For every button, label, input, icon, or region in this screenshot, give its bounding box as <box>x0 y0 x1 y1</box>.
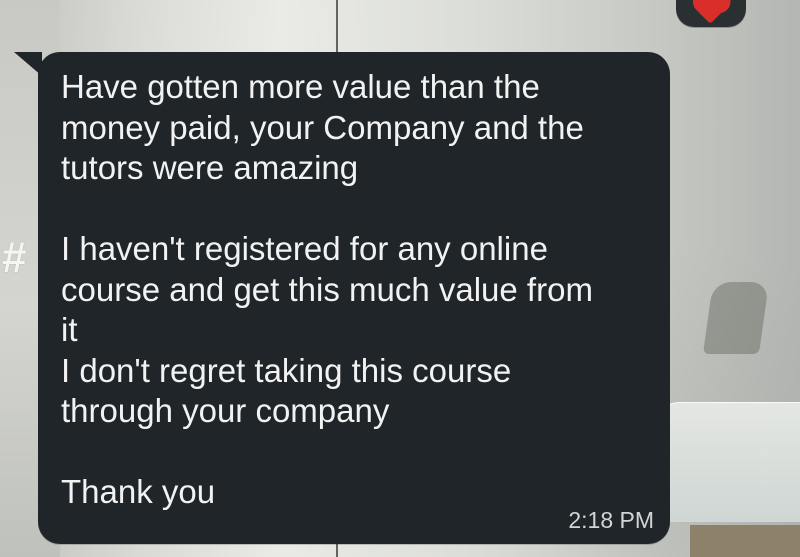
incoming-message-bubble[interactable]: Have gotten more value than the money pa… <box>14 52 670 544</box>
background-chair <box>702 282 770 354</box>
background-hash-mark: # <box>2 233 27 282</box>
message-line: I don't regret taking this course <box>61 351 512 389</box>
message-line: tutors were amazing <box>61 149 359 186</box>
background-table-base <box>690 525 800 557</box>
heart-reaction-button[interactable] <box>676 0 746 27</box>
message-line: through your company <box>61 392 390 429</box>
message-line: I haven't registered for any online <box>61 230 548 267</box>
message-body: Have gotten more value than the money pa… <box>61 67 649 513</box>
message-line-gap <box>61 432 649 473</box>
heart-icon <box>696 0 726 24</box>
message-line: Have gotten more value than the <box>61 68 540 105</box>
message-line: money paid, your Company and the <box>61 108 584 146</box>
message-line: course and get this much value from <box>61 270 593 308</box>
message-line-gap <box>61 189 649 230</box>
message-timestamp: 2:18 PM <box>568 507 654 533</box>
message-line: Thank you <box>61 473 216 510</box>
message-line: it <box>61 311 78 348</box>
